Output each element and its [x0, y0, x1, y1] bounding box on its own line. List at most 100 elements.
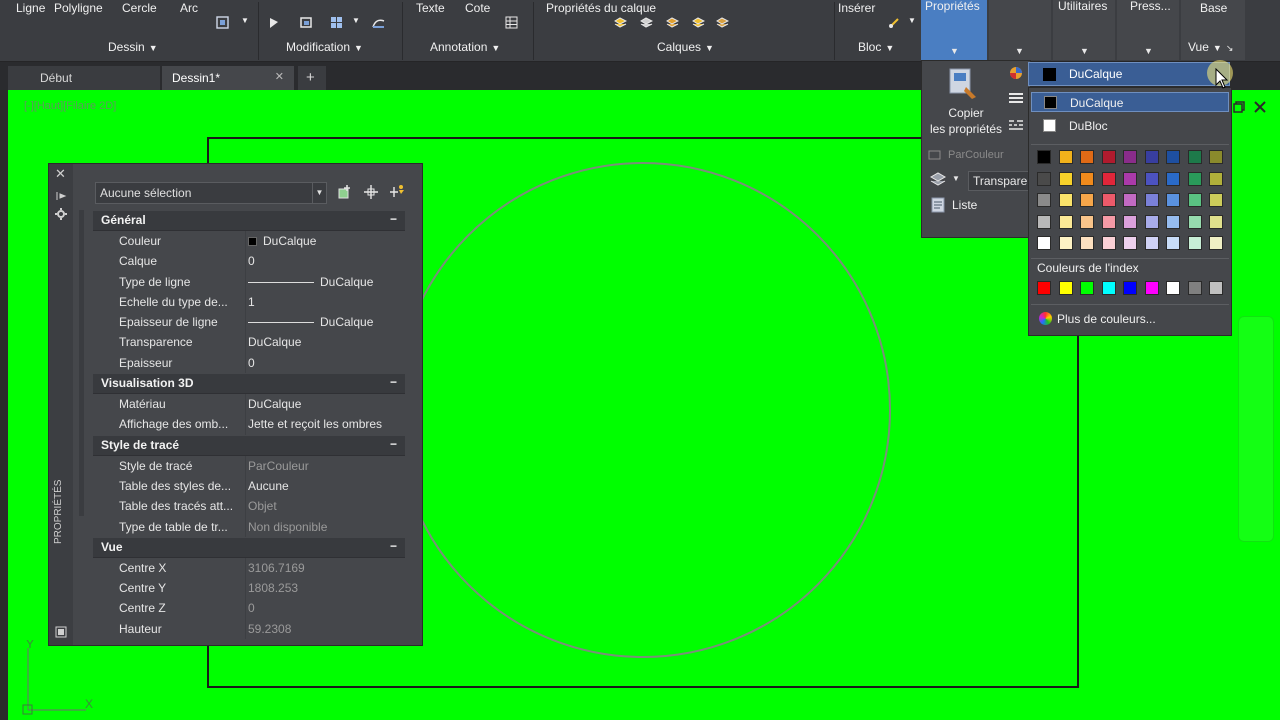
color-swatch[interactable] — [1101, 236, 1116, 250]
proprietes-calque-button[interactable]: Propriétés du calque — [546, 1, 656, 16]
list-icon[interactable] — [930, 197, 946, 213]
section-general[interactable]: Général − — [93, 211, 405, 231]
linetype-icon[interactable] — [1008, 117, 1024, 133]
layer-icon-1[interactable] — [614, 16, 627, 29]
zoom-extents-icon[interactable] — [216, 16, 229, 29]
color-swatch[interactable] — [1187, 171, 1202, 186]
object-color-combo[interactable]: DuCalque — [1028, 62, 1230, 86]
prop-value[interactable]: 1 — [245, 291, 405, 313]
new-tab-button[interactable]: + — [298, 66, 326, 90]
color-swatch[interactable] — [1144, 214, 1159, 229]
color-swatch[interactable] — [1144, 236, 1159, 250]
collapse-icon[interactable]: − — [390, 437, 397, 451]
color-swatch[interactable] — [1123, 214, 1137, 229]
color-swatch[interactable] — [1209, 171, 1223, 186]
color-swatch[interactable] — [1166, 236, 1180, 250]
color-swatch[interactable] — [1037, 193, 1051, 207]
prop-value[interactable]: Jette et reçoit les ombres — [245, 414, 405, 435]
liste-button[interactable]: Liste — [952, 198, 977, 212]
color-swatch[interactable] — [1080, 236, 1094, 250]
color-swatch[interactable] — [1037, 214, 1051, 229]
palette-menu-icon[interactable] — [55, 626, 67, 638]
section-style-de-trace[interactable]: Style de tracé − — [93, 435, 405, 456]
color-swatch[interactable] — [1101, 214, 1116, 229]
stretch-icon[interactable] — [372, 16, 385, 29]
index-color-swatch[interactable] — [1123, 281, 1137, 295]
tab-utilitaires[interactable]: Utilitaires ▼ — [1053, 0, 1115, 60]
layer-icon-2[interactable] — [640, 16, 653, 29]
restore-viewport-icon[interactable] — [1233, 101, 1245, 113]
color-swatch[interactable] — [1144, 193, 1159, 207]
toggle-pickadd-icon[interactable] — [337, 184, 353, 200]
panel-dessin[interactable]: Dessin ▼ — [108, 40, 158, 54]
color-swatch[interactable] — [1187, 150, 1202, 164]
block-edit-icon[interactable] — [888, 16, 901, 29]
ligne-button[interactable]: Ligne — [16, 1, 45, 15]
prop-row[interactable]: Matériau DuCalque — [93, 394, 405, 415]
color-swatch[interactable] — [1166, 150, 1180, 164]
match-properties-icon[interactable] — [948, 67, 978, 101]
copier-proprietes-button[interactable]: Copier les propriétés — [924, 105, 1008, 137]
color-swatch[interactable] — [1187, 214, 1202, 229]
transparency-field[interactable]: Transparence — [968, 171, 1032, 191]
color-swatch[interactable] — [1123, 236, 1137, 250]
index-color-swatch[interactable] — [1166, 281, 1180, 295]
drawing-circle[interactable] — [395, 162, 891, 658]
prop-value[interactable]: DuCalque — [245, 231, 405, 252]
prop-row[interactable]: Centre Y 1808.253 — [93, 578, 405, 599]
prop-row[interactable]: Couleur DuCalque — [93, 231, 405, 252]
prop-value[interactable]: DuCalque — [245, 271, 405, 292]
color-option-ducalque[interactable]: DuCalque — [1031, 92, 1229, 112]
palette-scrollbar[interactable] — [79, 210, 84, 516]
color-swatch[interactable] — [1037, 150, 1051, 164]
object-color-icon[interactable] — [1008, 65, 1024, 81]
autohide-icon[interactable] — [55, 190, 67, 202]
index-color-swatch[interactable] — [1037, 281, 1051, 295]
move-icon[interactable] — [268, 16, 281, 29]
palette-close-icon[interactable]: ✕ — [55, 166, 66, 182]
prop-row[interactable]: Echelle du type de... 1 — [93, 291, 405, 313]
collapse-icon[interactable]: − — [390, 539, 397, 553]
prop-row[interactable]: Centre Z 0 — [93, 598, 405, 619]
panel-vue-launcher-icon[interactable]: ↘ — [1226, 43, 1234, 53]
close-viewport-icon[interactable] — [1254, 101, 1266, 113]
color-swatch[interactable] — [1209, 214, 1223, 229]
tab-proprietes[interactable]: Propriétés ▼ — [921, 0, 987, 60]
color-swatch[interactable] — [1080, 171, 1094, 186]
color-swatch[interactable] — [1080, 214, 1094, 229]
collapse-icon[interactable]: − — [390, 375, 397, 389]
color-swatch[interactable] — [1166, 171, 1180, 186]
section-visualisation-3d[interactable]: Visualisation 3D − — [93, 374, 405, 395]
prop-row[interactable]: Centre X 3106.7169 — [93, 557, 405, 579]
array-icon[interactable] — [330, 16, 343, 29]
cote-button[interactable]: Cote — [465, 1, 490, 15]
array-caret[interactable]: ▼ — [352, 16, 360, 25]
index-color-swatch[interactable] — [1144, 281, 1159, 295]
table-icon[interactable] — [505, 16, 518, 29]
color-swatch[interactable] — [1209, 193, 1223, 207]
tab-blank[interactable]: ▼ — [989, 0, 1051, 60]
index-color-swatch[interactable] — [1080, 281, 1094, 295]
prop-row[interactable]: Type de table de tr... Non disponible — [93, 516, 405, 537]
color-swatch[interactable] — [1037, 236, 1051, 250]
dessin-more-caret[interactable]: ▼ — [241, 16, 249, 25]
index-color-swatch[interactable] — [1209, 281, 1223, 295]
color-swatch[interactable] — [1166, 214, 1180, 229]
color-swatch[interactable] — [1209, 236, 1223, 250]
tab-presse[interactable]: Press... ▼ — [1117, 0, 1179, 60]
color-swatch[interactable] — [1080, 150, 1094, 164]
color-swatch[interactable] — [1123, 193, 1137, 207]
tab-dessin1[interactable]: Dessin1* ✕ — [162, 66, 294, 90]
inserer-button[interactable]: Insérer — [838, 1, 875, 15]
color-swatch[interactable] — [1123, 150, 1137, 164]
prop-value[interactable]: DuCalque — [245, 394, 405, 415]
color-swatch[interactable] — [1080, 193, 1094, 207]
navigation-bar[interactable] — [1238, 316, 1274, 542]
index-color-swatch[interactable] — [1058, 281, 1073, 295]
layer-icon-3[interactable] — [666, 16, 679, 29]
color-swatch[interactable] — [1058, 150, 1073, 164]
color-swatch[interactable] — [1123, 171, 1137, 186]
color-swatch[interactable] — [1058, 236, 1073, 250]
color-option-dubloc[interactable]: DuBloc — [1031, 116, 1229, 136]
color-swatch[interactable] — [1101, 171, 1116, 186]
